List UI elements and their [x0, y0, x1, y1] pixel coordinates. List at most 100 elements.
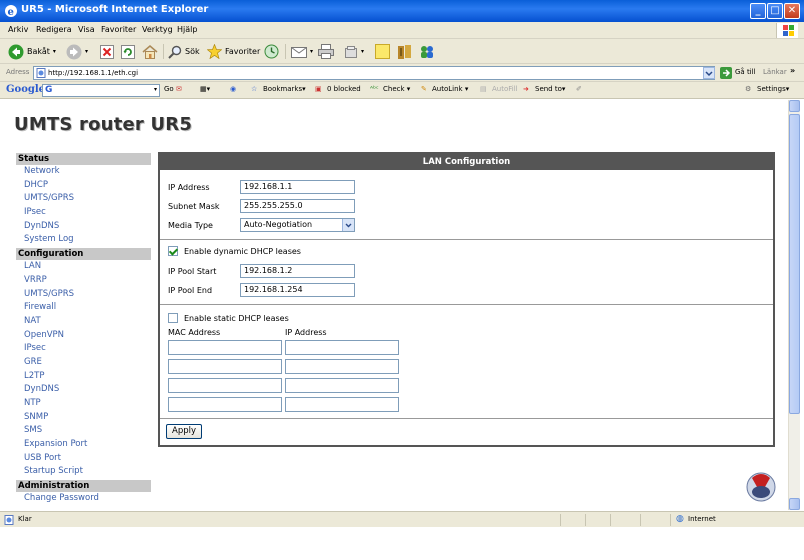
google-go-button[interactable]: Go: [164, 85, 174, 93]
ip-address-input[interactable]: 192.168.1.1: [240, 180, 355, 194]
minimize-button[interactable]: _: [750, 3, 766, 19]
menu-visa[interactable]: Visa: [78, 25, 95, 34]
go-button[interactable]: [720, 67, 732, 79]
subnet-mask-label: Subnet Mask: [168, 201, 220, 211]
static-mac-input-4[interactable]: [168, 397, 282, 412]
pagerank-icon[interactable]: ▦▾: [200, 85, 210, 93]
close-button[interactable]: ✕: [784, 3, 800, 19]
google-logo[interactable]: Google: [6, 84, 45, 95]
google-search-input[interactable]: G ▾: [42, 84, 160, 97]
edit-icon: [345, 45, 357, 58]
send-to-icon: ➜: [523, 85, 529, 93]
scroll-down-button[interactable]: [789, 498, 800, 510]
ip-pool-end-row: IP Pool End 192.168.1.254: [168, 283, 355, 297]
static-mac-input-2[interactable]: [168, 359, 282, 374]
history-button[interactable]: [264, 43, 279, 60]
nav-item-configuration-vrrp[interactable]: VRRP: [16, 274, 151, 288]
home-button[interactable]: [142, 43, 158, 60]
nav-item-configuration-lan[interactable]: LAN: [16, 260, 151, 274]
nav-item-status-umts-gprs[interactable]: UMTS/GPRS: [16, 192, 151, 206]
print-button[interactable]: [318, 43, 334, 60]
notes-button[interactable]: [375, 43, 390, 60]
ip-pool-end-input[interactable]: 192.168.1.254: [240, 283, 355, 297]
nav-item-administration-change-password[interactable]: Change Password: [16, 492, 151, 506]
settings-button[interactable]: Settings▾: [757, 85, 789, 93]
media-type-select[interactable]: Auto-Negotiation: [240, 218, 355, 232]
nav-item-configuration-openvpn[interactable]: OpenVPN: [16, 329, 151, 343]
refresh-button[interactable]: [121, 43, 135, 60]
autofill-icon: ▤: [480, 85, 487, 93]
nav-item-configuration-snmp[interactable]: SNMP: [16, 411, 151, 425]
page-title: UMTS router UR5: [14, 114, 193, 135]
edit-button[interactable]: ▾: [344, 43, 364, 60]
go-label[interactable]: Gå till: [735, 68, 756, 76]
nav-item-status-ipsec[interactable]: IPsec: [16, 206, 151, 220]
messenger-button[interactable]: [419, 43, 435, 60]
scroll-up-button[interactable]: [789, 100, 800, 112]
static-ip-input-2[interactable]: [285, 359, 399, 374]
menu-hjalp[interactable]: Hjälp: [177, 25, 197, 34]
nav-item-status-dyndns[interactable]: DynDNS: [16, 220, 151, 234]
subnet-mask-input[interactable]: 255.255.255.0: [240, 199, 355, 213]
nav-item-configuration-ipsec[interactable]: IPsec: [16, 342, 151, 356]
nav-item-configuration-dyndns[interactable]: DynDNS: [16, 383, 151, 397]
favorites-button[interactable]: Favoriter: [207, 43, 260, 60]
static-ip-input-3[interactable]: [285, 378, 399, 393]
check-button[interactable]: Check ▾: [383, 85, 410, 93]
menu-verktyg[interactable]: Verktyg: [142, 25, 173, 34]
forward-button[interactable]: ▾: [66, 43, 88, 60]
ip-pool-start-input[interactable]: 192.168.1.2: [240, 264, 355, 278]
gmail-icon[interactable]: ✉: [176, 85, 182, 93]
nav-item-status-dhcp[interactable]: DHCP: [16, 179, 151, 193]
nav-item-configuration-usb-port[interactable]: USB Port: [16, 452, 151, 466]
stop-button[interactable]: [100, 43, 114, 60]
nav-item-configuration-firewall[interactable]: Firewall: [16, 301, 151, 315]
menu-redigera[interactable]: Redigera: [36, 25, 72, 34]
menu-favoriter[interactable]: Favoriter: [101, 25, 136, 34]
static-ip-input-4[interactable]: [285, 397, 399, 412]
vertical-scrollbar[interactable]: [788, 100, 800, 510]
mac-address-column-header: MAC Address: [168, 328, 221, 337]
static-dhcp-checkbox[interactable]: [168, 313, 178, 323]
forward-arrow-icon: [66, 44, 82, 59]
static-mac-input-3[interactable]: [168, 378, 282, 393]
globe-icon[interactable]: ◉: [230, 85, 236, 93]
blocked-count[interactable]: 0 blocked: [327, 85, 361, 93]
apply-button[interactable]: Apply: [166, 424, 202, 439]
research-icon: [398, 44, 411, 59]
nav-item-configuration-ntp[interactable]: NTP: [16, 397, 151, 411]
research-button[interactable]: [397, 43, 413, 60]
page-icon: [36, 68, 46, 78]
mail-button[interactable]: ▾: [291, 43, 313, 60]
static-ip-input-1[interactable]: [285, 340, 399, 355]
dynamic-dhcp-checkbox[interactable]: [168, 246, 178, 256]
maximize-button[interactable]: □: [767, 3, 783, 19]
search-button[interactable]: Sök: [168, 43, 200, 60]
chevron-right-icon[interactable]: »: [790, 66, 795, 75]
nav-item-configuration-l2tp[interactable]: L2TP: [16, 370, 151, 384]
nav-item-configuration-nat[interactable]: NAT: [16, 315, 151, 329]
autolink-icon: ✎: [421, 85, 427, 93]
menu-arkiv[interactable]: Arkiv: [8, 25, 28, 34]
nav-item-status-system-log[interactable]: System Log: [16, 233, 151, 247]
subnet-mask-row: Subnet Mask 255.255.255.0: [168, 199, 355, 213]
links-label[interactable]: Länkar: [763, 68, 787, 76]
address-input[interactable]: http://192.168.1.1/eth.cgi: [33, 66, 715, 80]
nav-item-configuration-umts-gprs[interactable]: UMTS/GPRS: [16, 288, 151, 302]
internet-zone-icon: ◍: [676, 514, 684, 524]
send-to-button[interactable]: Send to▾: [535, 85, 565, 93]
back-button[interactable]: Bakåt ▾: [8, 43, 56, 60]
bookmark-star-icon[interactable]: ☆: [251, 85, 257, 93]
nav-item-configuration-gre[interactable]: GRE: [16, 356, 151, 370]
highlighter-icon[interactable]: ✐: [576, 85, 582, 93]
nav-item-configuration-expansion-port[interactable]: Expansion Port: [16, 438, 151, 452]
autofill-button[interactable]: AutoFill: [492, 85, 518, 93]
nav-item-configuration-sms[interactable]: SMS: [16, 424, 151, 438]
bookmarks-button[interactable]: Bookmarks▾: [263, 85, 306, 93]
static-mac-input-1[interactable]: [168, 340, 282, 355]
nav-item-configuration-startup-script[interactable]: Startup Script: [16, 465, 151, 479]
autolink-button[interactable]: AutoLink ▾: [432, 85, 468, 93]
scroll-thumb[interactable]: [789, 114, 800, 414]
address-dropdown-button[interactable]: [703, 67, 715, 79]
nav-item-status-network[interactable]: Network: [16, 165, 151, 179]
